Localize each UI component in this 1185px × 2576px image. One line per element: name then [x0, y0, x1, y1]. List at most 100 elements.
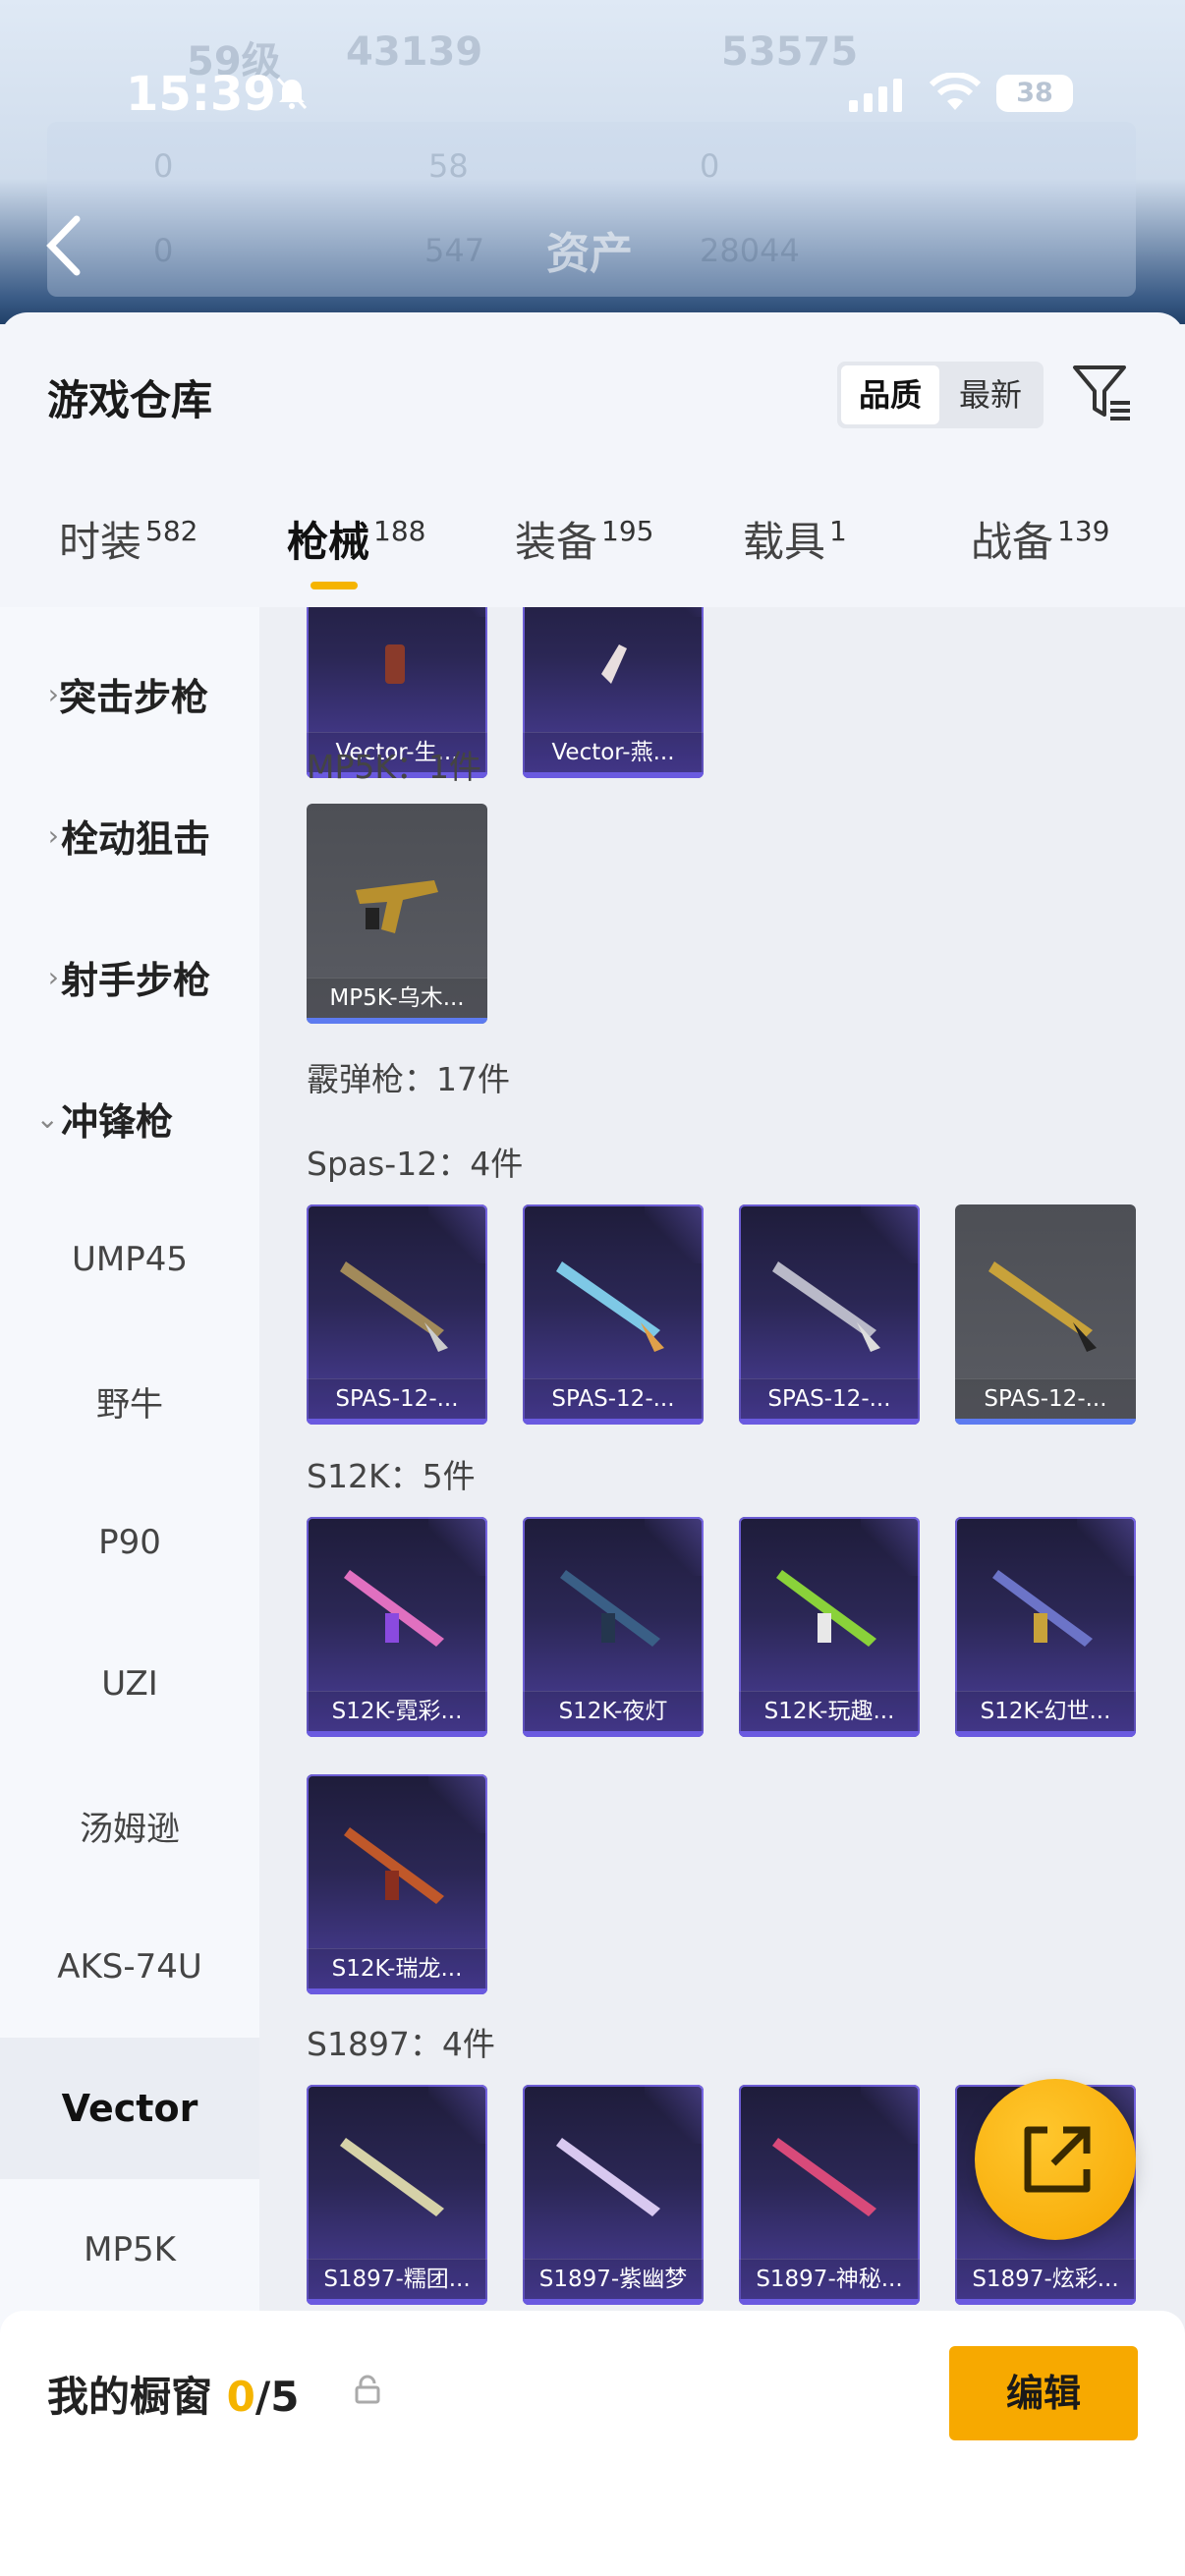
item-card[interactable]: S12K-瑞龙... — [307, 1774, 487, 1994]
chevron-right-icon: › — [47, 960, 59, 993]
item-card[interactable]: S12K-夜灯 — [523, 1517, 704, 1737]
weapon-skin-image — [772, 2138, 876, 2216]
tab-gear[interactable]: 战备 139 — [971, 509, 1109, 578]
weapon-skin-image — [992, 1570, 1093, 1647]
item-card[interactable]: MP5K-乌木... — [307, 804, 487, 1024]
score-text: 53575 — [721, 29, 859, 75]
weapon-skin-image — [556, 2138, 660, 2216]
asset-value: 28044 — [700, 232, 800, 269]
sidebar-item-label: MP5K — [84, 2230, 176, 2269]
item-card[interactable]: SPAS-12-... — [523, 1204, 704, 1425]
tab-label: 枪械 — [287, 518, 370, 566]
item-card[interactable]: SPAS-12-... — [739, 1204, 920, 1425]
sort-quality[interactable]: 品质 — [841, 365, 939, 424]
weapon-skin-image — [601, 644, 627, 684]
sidebar-category-marksman-rifle[interactable]: › 射手步枪 — [0, 906, 259, 1047]
sidebar-item-label: 野牛 — [96, 1384, 163, 1425]
asset-value: 547 — [424, 232, 485, 269]
chevron-down-icon: ⌄ — [35, 1101, 59, 1135]
weapon-skin-image — [776, 1570, 876, 1647]
item-name: S1897-糯团... — [307, 2259, 487, 2299]
asset-value: 0 — [153, 147, 174, 185]
sheet-title: 游戏仓库 — [47, 376, 213, 424]
share-button[interactable] — [975, 2079, 1136, 2240]
item-grid: Vector-生... Vector-燕... MP5K：1件 MP5K-乌木.… — [259, 607, 1185, 2576]
item-card[interactable]: S1897-糯团... — [307, 2085, 487, 2305]
weapon-skin-image — [988, 1261, 1097, 1352]
chevron-right-icon: › — [47, 677, 59, 710]
filter-icon[interactable] — [1071, 362, 1134, 424]
item-card[interactable]: S12K-幻世... — [955, 1517, 1136, 1737]
sidebar-item-mp5k[interactable]: MP5K — [0, 2179, 259, 2321]
weapon-skin-image — [340, 2138, 444, 2216]
item-card[interactable]: S1897-紫幽梦 — [523, 2085, 704, 2305]
sidebar-item-vector[interactable]: Vector — [0, 2038, 259, 2179]
item-name: S12K-夜灯 — [523, 1691, 704, 1731]
showcase-total: /5 — [254, 2373, 300, 2421]
tab-label: 装备 — [515, 518, 598, 566]
tab-count: 139 — [1057, 515, 1110, 547]
asset-value: 0 — [700, 147, 720, 185]
tab-label: 时装 — [59, 518, 142, 566]
sidebar-item-uzi[interactable]: UZI — [0, 1613, 259, 1755]
category-sidebar: › 突击步枪 › 栓动狙击 › 射手步枪 ⌄ 冲锋枪 UMP45 野牛 P90 UZI … — [0, 607, 259, 2576]
showcase-label: 我的橱窗 0/5 — [47, 2364, 299, 2424]
weapon-skin-image — [356, 880, 438, 933]
sidebar-item-p90[interactable]: P90 — [0, 1472, 259, 1613]
sidebar-item-thompson[interactable]: 汤姆逊 — [0, 1755, 259, 1896]
section-label-mp5k: MP5K：1件 — [307, 748, 482, 786]
signal-icon — [849, 79, 902, 112]
item-name: SPAS-12-... — [307, 1378, 487, 1419]
item-card[interactable]: SPAS-12-... — [307, 1204, 487, 1425]
showcase-title: 我的橱窗 — [47, 2373, 213, 2421]
item-card[interactable]: S12K-玩趣... — [739, 1517, 920, 1737]
tab-equipment[interactable]: 装备 195 — [515, 509, 653, 578]
asset-value: 0 — [153, 232, 174, 269]
sidebar-category-assault-rifle[interactable]: › 突击步枪 — [0, 623, 259, 764]
weapon-skin-image — [340, 1261, 448, 1352]
item-name: Vector-燕... — [523, 732, 704, 772]
item-card[interactable]: Vector-燕... — [523, 607, 704, 778]
sidebar-item-bizon[interactable]: 野牛 — [0, 1330, 259, 1472]
asset-title: 资产 — [546, 229, 633, 279]
sidebar-item-ump45[interactable]: UMP45 — [0, 1189, 259, 1330]
sort-newest[interactable]: 最新 — [941, 365, 1040, 424]
sidebar-category-bolt-sniper[interactable]: › 栓动狙击 — [0, 764, 259, 906]
sidebar-item-label: 汤姆逊 — [80, 1809, 180, 1849]
item-card[interactable]: SPAS-12-... — [955, 1204, 1136, 1425]
sidebar-category-label: 栓动狙击 — [61, 816, 211, 861]
item-card[interactable]: S12K-霓彩... — [307, 1517, 487, 1737]
section-label-shotgun: 霰弹枪：17件 — [307, 1060, 510, 1098]
item-name: S1897-紫幽梦 — [523, 2259, 704, 2299]
back-arrow-icon[interactable] — [39, 211, 88, 280]
tab-count: 188 — [373, 515, 426, 547]
tab-guns[interactable]: 枪械 188 — [287, 509, 425, 578]
sidebar-category-label: 冲锋枪 — [61, 1099, 174, 1144]
bell-muted-icon — [276, 77, 308, 110]
sidebar-item-label: UMP45 — [72, 1240, 188, 1279]
sidebar-category-smg[interactable]: ⌄ 冲锋枪 — [0, 1047, 259, 1189]
item-name: MP5K-乌木... — [307, 978, 487, 1018]
tab-vehicles[interactable]: 载具 1 — [743, 509, 847, 578]
edit-button[interactable]: 编辑 — [949, 2346, 1138, 2440]
wifi-icon — [930, 73, 981, 110]
item-card[interactable]: S1897-神秘... — [739, 2085, 920, 2305]
tab-label: 战备 — [971, 518, 1054, 566]
status-time: 15:39 — [126, 67, 276, 122]
lock-icon — [355, 2375, 380, 2404]
sidebar-category-label: 突击步枪 — [59, 675, 209, 719]
item-name: S12K-幻世... — [955, 1691, 1136, 1731]
active-tab-indicator — [310, 582, 358, 589]
weapon-skin-image — [385, 644, 405, 684]
item-name: SPAS-12-... — [739, 1378, 920, 1419]
tab-count: 582 — [145, 515, 198, 547]
sidebar-item-aks74u[interactable]: AKS-74U — [0, 1896, 259, 2038]
sidebar-item-label: P90 — [98, 1523, 161, 1562]
tab-count: 195 — [601, 515, 654, 547]
item-name: S1897-神秘... — [739, 2259, 920, 2299]
tab-fashion[interactable]: 时装 582 — [59, 509, 198, 578]
tab-label: 载具 — [743, 518, 826, 566]
sidebar-item-label: Vector — [61, 2087, 198, 2130]
asset-value: 58 — [428, 147, 469, 185]
share-icon — [1024, 2126, 1091, 2193]
